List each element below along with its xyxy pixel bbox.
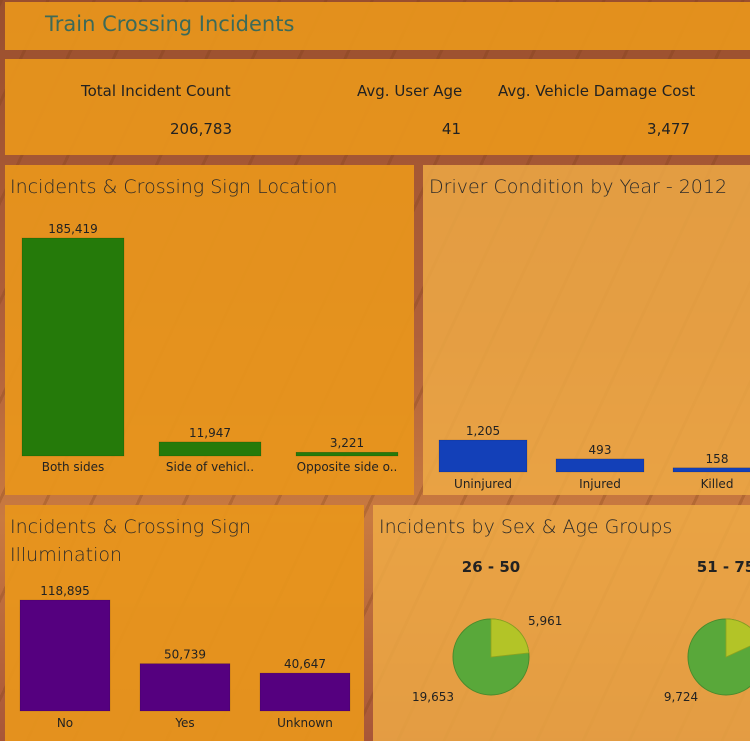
avg-damage-cost-label: Avg. Vehicle Damage Cost	[498, 82, 696, 100]
sex-age-panel: Incidents by Sex & Age Groups 26 - 50 19,…	[373, 505, 750, 741]
bar-value-label: 493	[589, 443, 612, 457]
category-label: Injured	[579, 477, 621, 491]
total-incident-label: Total Incident Count	[81, 82, 231, 100]
driver-condition-panel: Driver Condition by Year - 2012 1,205 Uni…	[423, 165, 750, 495]
category-label: Opposite side o..	[297, 460, 398, 474]
pie-slice-minor	[490, 618, 530, 658]
bar	[438, 439, 528, 473]
kpi-panel: Total Incident Count 206,783 Avg. User A…	[5, 59, 750, 155]
pie-value-label: 9,724	[664, 690, 698, 704]
bar	[555, 458, 645, 473]
avg-damage-cost-value: 3,477	[647, 120, 690, 138]
location-chart-panel: Incidents & Crossing Sign Location 185,4…	[5, 165, 414, 495]
bar	[295, 451, 399, 457]
bar	[158, 441, 262, 457]
location-bar-chart: 185,419 Both sides 11,947 Side of vehicl.. 3…	[21, 222, 399, 474]
age-group-header: 26 - 50	[462, 558, 520, 576]
avg-user-age-value: 41	[441, 120, 461, 138]
bar-value-label: 118,895	[40, 584, 90, 598]
pie-value-label: 5,961	[528, 614, 562, 628]
category-label: Unknown	[277, 716, 333, 730]
bar-value-label: 185,419	[48, 222, 98, 236]
bar-value-label: 158	[706, 452, 729, 466]
dashboard-title: Train Crossing Incidents	[45, 12, 295, 36]
bar	[21, 237, 125, 457]
title-panel: Train Crossing Incidents	[5, 2, 750, 50]
bar-value-label: 1,205	[466, 424, 500, 438]
category-label: Killed	[701, 477, 734, 491]
bar	[19, 599, 111, 712]
bar	[672, 467, 750, 473]
bar-value-label: 40,647	[284, 657, 326, 671]
category-label: Uninjured	[454, 477, 512, 491]
bar	[139, 663, 231, 712]
category-label: Yes	[174, 716, 194, 730]
bar-value-label: 50,739	[164, 648, 206, 662]
illumination-bar-chart: 118,895 No 50,739 Yes 40,647 Unknown	[19, 584, 351, 730]
total-incident-value: 206,783	[169, 120, 232, 138]
category-label: Side of vehicl..	[166, 460, 254, 474]
sex-age-pie-charts: 26 - 50 19,653 5,961 51 - 75 9,724	[412, 558, 750, 704]
bar	[259, 672, 351, 712]
category-label: Both sides	[42, 460, 105, 474]
category-label: No	[57, 716, 73, 730]
bar-value-label: 11,947	[189, 426, 231, 440]
bar-value-label: 3,221	[330, 436, 364, 450]
illumination-chart-panel: Incidents & Crossing Sign Illumination 1…	[5, 505, 364, 741]
driver-condition-bar-chart: 1,205 Uninjured 493 Injured 158 Killed	[438, 424, 750, 491]
age-group-header: 51 - 75	[697, 558, 750, 576]
avg-user-age-label: Avg. User Age	[357, 82, 463, 100]
pie-value-label: 19,653	[412, 690, 454, 704]
